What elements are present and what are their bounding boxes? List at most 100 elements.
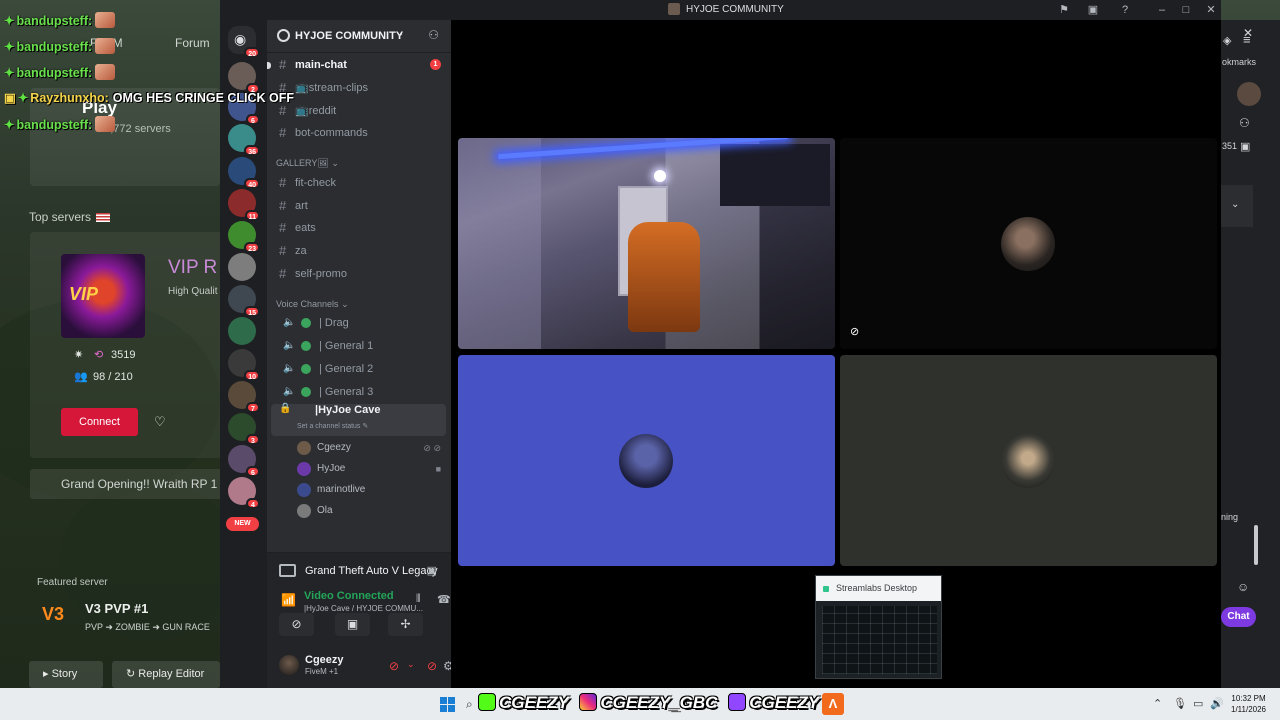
voice-member[interactable]: HyJoe ■ <box>297 459 447 479</box>
new-badge[interactable]: NEW <box>226 517 259 531</box>
volume-icon[interactable]: 🔊 <box>1210 697 1224 710</box>
server-icon[interactable]: 36 <box>228 124 260 156</box>
maximize-icon[interactable]: □ <box>1179 3 1193 17</box>
channel-stream-clips[interactable]: # 📺stream-clips <box>275 77 445 99</box>
voice-status[interactable]: Video Connected <box>304 590 394 602</box>
pencil-icon: ✎ <box>362 423 369 430</box>
server-icon[interactable] <box>228 253 256 281</box>
stream-game-icon[interactable]: ▣ <box>427 564 437 577</box>
inbox-icon[interactable]: ▣ <box>1086 3 1100 17</box>
social-handles-overlay: CGEEZY CGEEZY_GBC CGEEZY <box>478 693 819 715</box>
help-icon[interactable]: ? <box>1118 3 1132 17</box>
server-icon[interactable]: 4 <box>228 477 260 509</box>
browser-strip: ✕ ◈ ≡ okmarks ⚇ 351 ▣ ⌄ ning ☺ Chat <box>1221 20 1280 688</box>
server-icon[interactable]: 40 <box>228 157 260 189</box>
smile-icon[interactable]: ☺ <box>1237 580 1249 594</box>
channel-eats[interactable]: # eats <box>275 217 445 239</box>
mention-badge: 23 <box>244 242 260 253</box>
category-voice[interactable]: Voice Channels ⌄ <box>276 299 349 310</box>
server-icon[interactable]: 23 <box>228 221 260 253</box>
search-icon[interactable]: ⌕ <box>466 697 473 720</box>
streamlabs-taskbar-icon[interactable]: Λ <box>822 693 844 715</box>
channel-bot-commands[interactable]: # bot-commands <box>275 122 445 144</box>
menu-icon[interactable]: ≡ <box>1243 32 1251 47</box>
noise-suppression-icon[interactable]: ⫴ <box>416 593 421 606</box>
people-icon[interactable]: ⚇ <box>1239 116 1250 130</box>
vip-server-logo: VIP <box>61 254 145 338</box>
discord-home-icon[interactable]: ◉ 20 <box>228 26 260 58</box>
lamp <box>654 170 666 182</box>
avatar <box>297 441 311 455</box>
voice-member[interactable]: Ola <box>297 501 447 521</box>
network-icon[interactable]: ▭ <box>1193 697 1203 710</box>
server-icon[interactable] <box>228 317 256 345</box>
voice-channel-general-1[interactable]: 🔈 | General 1 <box>275 335 445 357</box>
deafen-icon[interactable]: ⊘ <box>427 659 437 673</box>
screen-share-button[interactable]: ▣ <box>335 613 370 636</box>
server-icon[interactable]: 10 <box>228 349 260 381</box>
twitch-icon <box>728 693 747 711</box>
story-button[interactable]: ▸ Story <box>29 661 103 688</box>
replay-editor-button[interactable]: ↻ Replay Editor <box>112 661 220 688</box>
username[interactable]: Cgeezy <box>305 654 344 666</box>
voice-channel-general-2[interactable]: 🔈 | General 2 <box>275 358 445 380</box>
video-tile-user[interactable] <box>458 355 835 566</box>
avatar[interactable] <box>279 655 299 675</box>
side-panel[interactable]: ⌄ <box>1221 185 1253 227</box>
voice-channel-drag[interactable]: 🔈 | Drag <box>275 312 445 334</box>
minimize-icon[interactable]: – <box>1155 3 1169 17</box>
server-icon[interactable]: 3 <box>228 413 260 445</box>
server-icon[interactable]: 11 <box>228 189 260 221</box>
mention-badge: 7 <box>246 402 260 413</box>
server-icon[interactable]: 2 <box>228 62 260 94</box>
shield-icon[interactable]: ◈ <box>1223 34 1231 47</box>
gift-icon[interactable]: ▣ <box>1240 140 1250 153</box>
soundboard-button[interactable] <box>441 613 445 636</box>
video-tile-user[interactable]: ⊘ <box>840 138 1217 349</box>
nav-forum[interactable]: Forum <box>175 36 210 50</box>
channel-za[interactable]: # za <box>275 240 445 262</box>
speaker-icon: 🔈 <box>283 340 296 351</box>
game-activity-panel[interactable]: Grand Theft Auto V Legacy ▣ <box>267 552 451 590</box>
featured-title[interactable]: V3 PVP #1 <box>85 601 148 616</box>
chevron-down-icon[interactable]: ⌄ <box>407 659 415 670</box>
voice-member[interactable]: Cgeezy ⊘ ⊘ <box>297 438 447 458</box>
chat-button[interactable]: Chat <box>1221 607 1256 627</box>
voice-location[interactable]: |HyJoe Cave / HYJOE COMMU... <box>304 604 423 613</box>
channel-status[interactable]: Set a channel status ✎ <box>297 421 368 433</box>
voice-member[interactable]: marinotlive <box>297 480 447 500</box>
mute-icon[interactable]: ⊘ <box>389 659 399 673</box>
scrollbar[interactable] <box>1254 525 1258 565</box>
heart-icon[interactable]: ♡ <box>154 414 166 430</box>
server-icon[interactable]: 6 <box>228 445 260 477</box>
channel-art[interactable]: # art <box>275 195 445 217</box>
add-member-icon[interactable]: ⚇ <box>428 28 439 42</box>
camera-off-button[interactable]: ⊘ <box>279 613 314 636</box>
windows-start-icon[interactable] <box>440 697 455 712</box>
clock[interactable]: 10:32 PM 1/11/2026 <box>1231 693 1266 715</box>
voice-channel-hyjoe-cave[interactable]: 🔒 |HyJoe Cave Set a channel status ✎ <box>271 403 446 436</box>
microphone-icon[interactable]: 🎙 <box>1173 697 1187 710</box>
activities-button[interactable]: ✢ <box>388 613 423 636</box>
channel-reddit[interactable]: # 📺reddit <box>275 100 445 122</box>
video-tile-user[interactable] <box>840 355 1217 566</box>
server-header[interactable]: HYJOE COMMUNITY ⌄ ⚇ <box>267 20 451 53</box>
channel-fit-check[interactable]: # fit-check <box>275 172 445 194</box>
category-gallery[interactable]: GALLERY🖼 ⌄ <box>276 158 339 169</box>
grand-opening-banner[interactable]: Grand Opening!! Wraith RP 1 <box>30 469 222 499</box>
server-icon[interactable]: 15 <box>228 285 260 317</box>
avatar[interactable] <box>1237 82 1261 106</box>
channel-main-chat[interactable]: # main-chat 1 <box>267 54 445 76</box>
video-tile-camera[interactable] <box>458 138 835 349</box>
hash-icon: # <box>279 57 287 72</box>
flag-icon[interactable]: ⚑ <box>1057 3 1071 17</box>
connect-button[interactable]: Connect <box>61 408 138 436</box>
server-icon[interactable]: 7 <box>228 381 260 413</box>
close-icon[interactable]: ✕ <box>1204 3 1218 17</box>
chevron-up-icon[interactable]: ⌃ <box>1153 697 1162 710</box>
mention-badge: 36 <box>244 145 260 156</box>
bookmarks-label[interactable]: okmarks <box>1222 57 1256 67</box>
channel-self-promo[interactable]: # self-promo <box>275 263 445 285</box>
disconnect-icon[interactable]: ☎ <box>437 593 451 606</box>
screen-share-tile[interactable]: Streamlabs Desktop <box>815 575 942 679</box>
